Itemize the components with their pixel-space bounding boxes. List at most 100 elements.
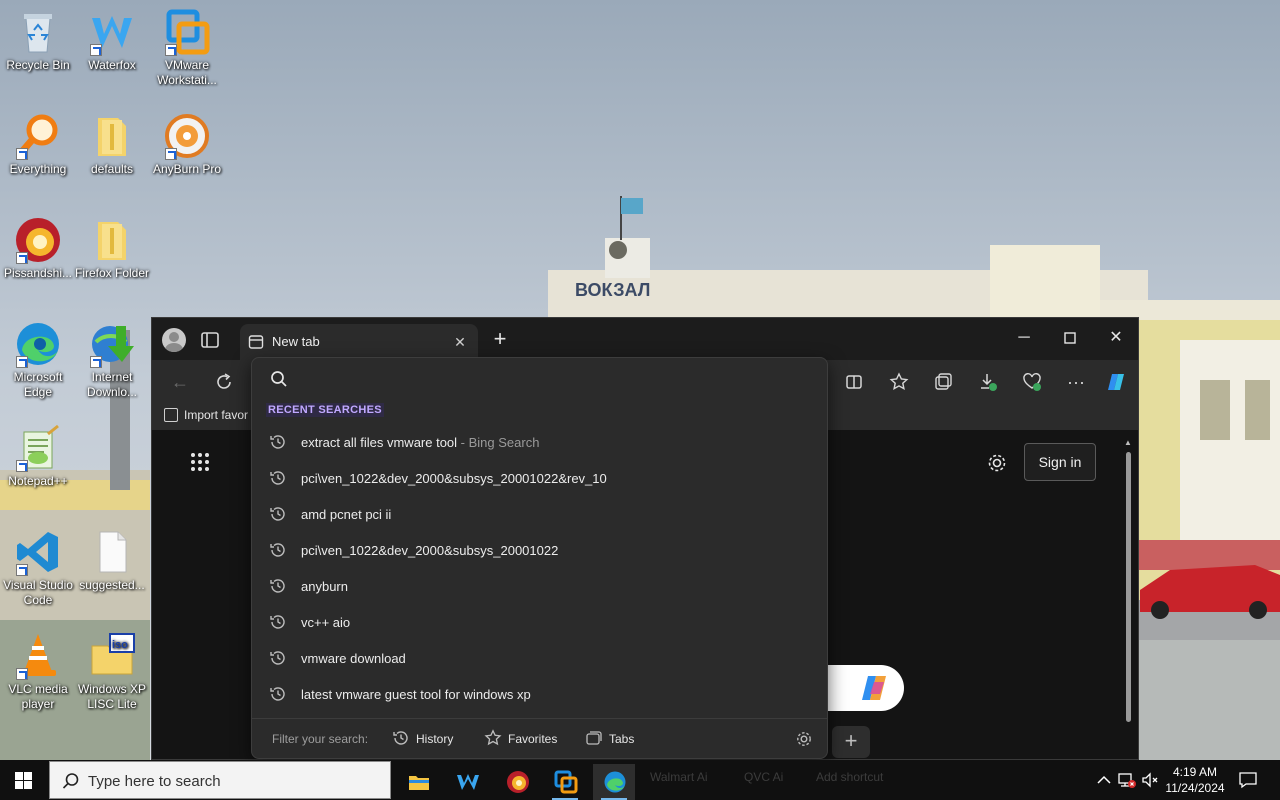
suggestion-item[interactable]: anyburn [252,568,827,604]
page-scrollbar[interactable]: ▲ [1124,438,1132,738]
start-button[interactable] [0,760,48,800]
taskbar-microsoft-edge[interactable] [593,764,635,800]
taskbar-search-input[interactable] [88,770,378,792]
vlc-icon [14,632,62,680]
suggestion-item[interactable]: pci\ven_1022&dev_2000&subsys_20001022&re… [252,460,827,496]
desktop-icon-label: Microsoft Edge [13,370,63,399]
copilot-icon[interactable] [1104,370,1128,394]
filter-favorites-button[interactable]: Favorites [484,729,557,749]
desktop-icon-pissandshi[interactable]: Pissandshi... [0,216,76,281]
vmware-icon [163,8,211,56]
history-clock-icon [393,731,408,745]
profile-avatar-icon[interactable] [162,328,186,352]
app-launcher-grid-icon[interactable] [190,452,210,472]
close-tab-icon[interactable]: ✕ [452,334,468,350]
desktop-icon-vscode[interactable]: Visual Studio Code [0,528,76,608]
desktop-icon-notepad-plus-plus[interactable]: Notepad++ [0,424,76,489]
minimize-icon[interactable]: ─ [1014,328,1034,348]
scrollbar-thumb[interactable] [1126,452,1131,722]
suggestion-item[interactable]: amd pcnet pci ii [252,496,827,532]
tabs-icon [586,731,602,745]
edge-icon [604,771,626,793]
taskbar-waterfox[interactable] [446,764,488,800]
new-tab-page-icon [248,334,264,350]
search-filter-bar: Filter your search: History Favorites Ta… [252,718,827,758]
desktop-icon-label: defaults [90,162,134,176]
desktop-icon-everything[interactable]: Everything [0,112,76,177]
taskbar-chromium-browser[interactable] [496,764,538,800]
filter-label: Filter your search: [272,732,369,746]
svg-text:iso: iso [112,639,128,651]
desktop-icon-label: Notepad++ [8,474,68,488]
desktop-icon-defaults-folder[interactable]: defaults [74,112,150,177]
copilot-icon [862,676,886,700]
page-settings-gear-icon[interactable] [986,452,1008,474]
show-hidden-icons-chevron-icon[interactable] [1094,770,1114,790]
shortcut-arrow-icon [165,148,177,160]
downloads-icon[interactable] [976,370,1000,394]
maximize-icon[interactable] [1060,328,1080,348]
taskbar-file-explorer[interactable] [397,764,439,800]
desktop-icon-anyburn[interactable]: AnyBurn Pro [149,112,225,177]
suggestion-text: amd pcnet pci ii [301,507,392,522]
folder-icon [88,216,136,264]
desktop-icon-recycle-bin[interactable]: Recycle Bin [0,8,76,73]
desktop-icon-vlc[interactable]: VLC media player [0,632,76,712]
chromium-browser-icon [507,771,529,793]
sign-in-button[interactable]: Sign in [1024,443,1096,481]
split-screen-icon[interactable] [842,370,866,394]
desktop-icon-vmware[interactable]: VMware Workstati... [149,8,225,88]
suggestion-list: extract all files vmware tool - Bing Sea… [252,424,827,712]
taskbar-vmware[interactable] [544,764,586,800]
edge-icon [14,320,62,368]
address-bar-input[interactable] [302,368,802,392]
desktop-icon-microsoft-edge[interactable]: Microsoft Edge [0,320,76,400]
network-disconnected-icon[interactable] [1117,770,1137,790]
taskbar-ghost-qvc: QVC Ai [744,770,784,784]
desktop-icon-internet-download-manager[interactable]: Internet Downlo... [74,320,150,400]
suggestion-item[interactable]: extract all files vmware tool - Bing Sea… [252,424,827,460]
new-tab-plus-icon[interactable]: + [490,328,510,350]
tab-new-tab[interactable]: New tab ✕ [240,324,478,360]
suggestion-source: - Bing Search [457,435,540,450]
collections-icon[interactable] [931,370,955,394]
notifications-icon[interactable] [1238,770,1258,790]
folder-icon [88,112,136,160]
desktop-icon-label: Windows XP LISC Lite [77,682,147,711]
search-icon [62,773,79,789]
search-icon [270,370,288,388]
settings-more-icon[interactable]: ··· [1064,370,1088,394]
suggestion-item[interactable]: latest vmware guest tool for windows xp [252,676,827,712]
import-favorites-link[interactable]: Import favor [164,408,248,422]
tab-actions-menu-icon[interactable] [200,330,220,350]
shortcut-arrow-icon [90,44,102,56]
search-settings-gear-icon[interactable] [795,730,813,748]
desktop-icon-firefox-folder[interactable]: Firefox Folder [74,216,150,281]
taskbar-search-box[interactable] [49,761,391,799]
back-arrow-icon[interactable]: ← [168,370,192,394]
desktop-icon-waterfox[interactable]: Waterfox [74,8,150,73]
filter-tabs-button[interactable]: Tabs [585,729,634,749]
system-clock[interactable]: 4:19 AM 11/24/2024 [1160,764,1230,796]
suggestion-text: vmware download [301,651,406,666]
desktop-icon-suggested-file[interactable]: suggested... [74,528,150,593]
scroll-up-arrow-icon[interactable]: ▲ [1124,438,1132,447]
history-clock-icon [269,433,287,451]
add-shortcut-plus-icon[interactable]: + [832,726,870,758]
suggestion-text: vc++ aio [301,615,351,630]
desktop-icon-label: suggested... [79,578,145,592]
volume-muted-icon[interactable] [1140,770,1160,790]
desktop-icon-windows-xp-iso[interactable]: iso Windows XP LISC Lite [74,632,150,712]
close-window-icon[interactable]: ✕ [1106,328,1126,348]
shortcut-arrow-icon [165,44,177,56]
filter-history-button[interactable]: History [392,729,453,749]
desktop-icon-label: Everything [9,162,67,176]
suggestion-item[interactable]: vc++ aio [252,604,827,640]
refresh-icon[interactable] [212,370,236,394]
browser-essentials-icon[interactable] [1020,370,1044,394]
favorites-star-icon[interactable] [887,370,911,394]
suggestion-item[interactable]: vmware download [252,640,827,676]
file-explorer-icon [409,776,429,790]
chromium-browser-icon [14,216,62,264]
suggestion-item[interactable]: pci\ven_1022&dev_2000&subsys_20001022 [252,532,827,568]
